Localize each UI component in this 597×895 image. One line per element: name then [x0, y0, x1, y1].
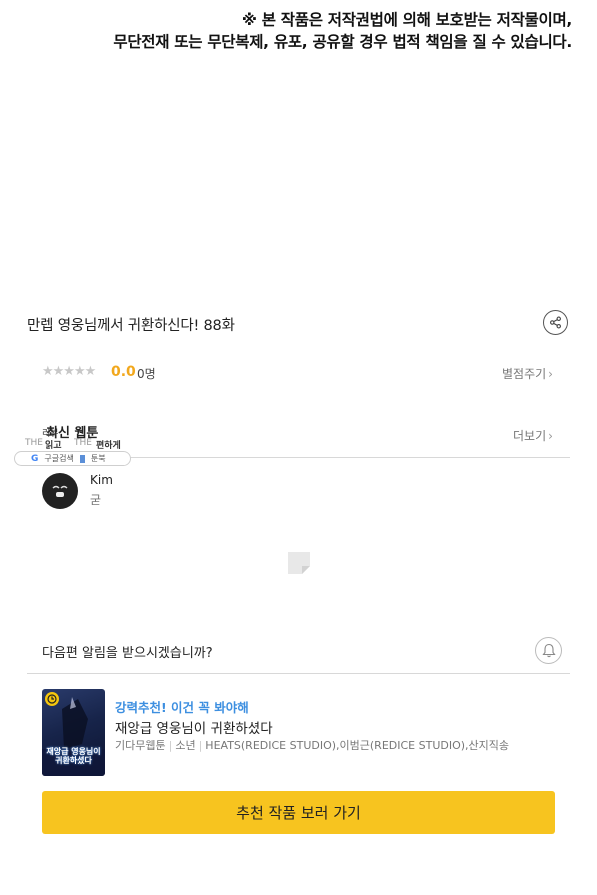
- bell-icon: [541, 643, 556, 658]
- alarm-bell-button[interactable]: [535, 637, 562, 664]
- ad-text: 읽고: [45, 441, 62, 451]
- episode-title: 만렙 영웅님께서 귀환하신다! 88화: [27, 318, 235, 334]
- avatar-face-icon: [52, 485, 68, 497]
- google-icon: G: [31, 453, 39, 464]
- notice-line-2: 무단전재 또는 무단복제, 유포, 공유할 경우 법적 책임을 질 수 있습니다…: [113, 33, 572, 51]
- avatar: [42, 473, 78, 509]
- thumbnail-title-art: 재앙급 영웅님이 귀환하셨다: [46, 747, 101, 765]
- ad-text: THE: [74, 438, 92, 448]
- ad-text: 편하게: [96, 441, 121, 451]
- recommend-genre: 기다무웹툰: [115, 739, 166, 752]
- recommend-title[interactable]: 재앙급 영웅님이 귀환하셨다: [115, 717, 273, 737]
- ad-widget[interactable]: 리뷰 THE 읽고 THE 편하게 G 구글검색 툰북: [14, 424, 132, 468]
- rating-score: 0.0: [111, 364, 136, 380]
- copyright-notice: ※ 본 작품은 저작권법에 의해 보호받는 저작물이며, 무단전재 또는 무단복…: [113, 9, 572, 53]
- rating-stars: ★★★★★: [42, 364, 96, 379]
- ad-pill-google: 구글검색: [44, 454, 74, 463]
- clock-icon: [45, 692, 59, 706]
- alarm-prompt: 다음편 알림을 받으시겠습니까?: [42, 646, 213, 661]
- recommend-category: 소년: [175, 739, 196, 752]
- comment-author: Kim: [90, 473, 113, 487]
- recommend-thumbnail[interactable]: 재앙급 영웅님이 귀환하셨다: [42, 689, 105, 776]
- share-button[interactable]: [543, 310, 568, 335]
- rate-button-label: 별점주기: [502, 367, 547, 381]
- recommend-meta: 기다무웹툰 | 소년 | HEATS(REDICE STUDIO),이범근(REDICE…: [115, 739, 510, 752]
- ad-pill-book: 툰북: [90, 454, 106, 463]
- more-button-label: 더보기: [513, 429, 547, 443]
- recommend-cta-button[interactable]: 추천 작품 보러 가기: [42, 791, 555, 834]
- comment-text: 굳: [90, 493, 102, 507]
- rate-button[interactable]: 별점주기 ›: [502, 365, 553, 382]
- recommend-tag: 강력추천! 이건 꼭 봐야해: [115, 700, 249, 715]
- recommend-authors: HEATS(REDICE STUDIO),이범근(REDICE STUDIO),…: [205, 739, 510, 752]
- book-icon: [79, 454, 85, 463]
- alarm-divider: [27, 673, 570, 674]
- rating-count: 0명: [137, 367, 156, 381]
- ad-text: THE: [25, 438, 43, 448]
- chevron-right-icon: ›: [548, 429, 553, 443]
- image-placeholder-icon: [288, 552, 310, 574]
- notice-line-1: ※ 본 작품은 저작권법에 의해 보호받는 저작물이며,: [241, 11, 572, 29]
- more-button[interactable]: 더보기 ›: [513, 427, 553, 444]
- ad-pill[interactable]: G 구글검색 툰북: [14, 451, 131, 466]
- chevron-right-icon: ›: [548, 367, 553, 381]
- share-icon: [550, 316, 561, 329]
